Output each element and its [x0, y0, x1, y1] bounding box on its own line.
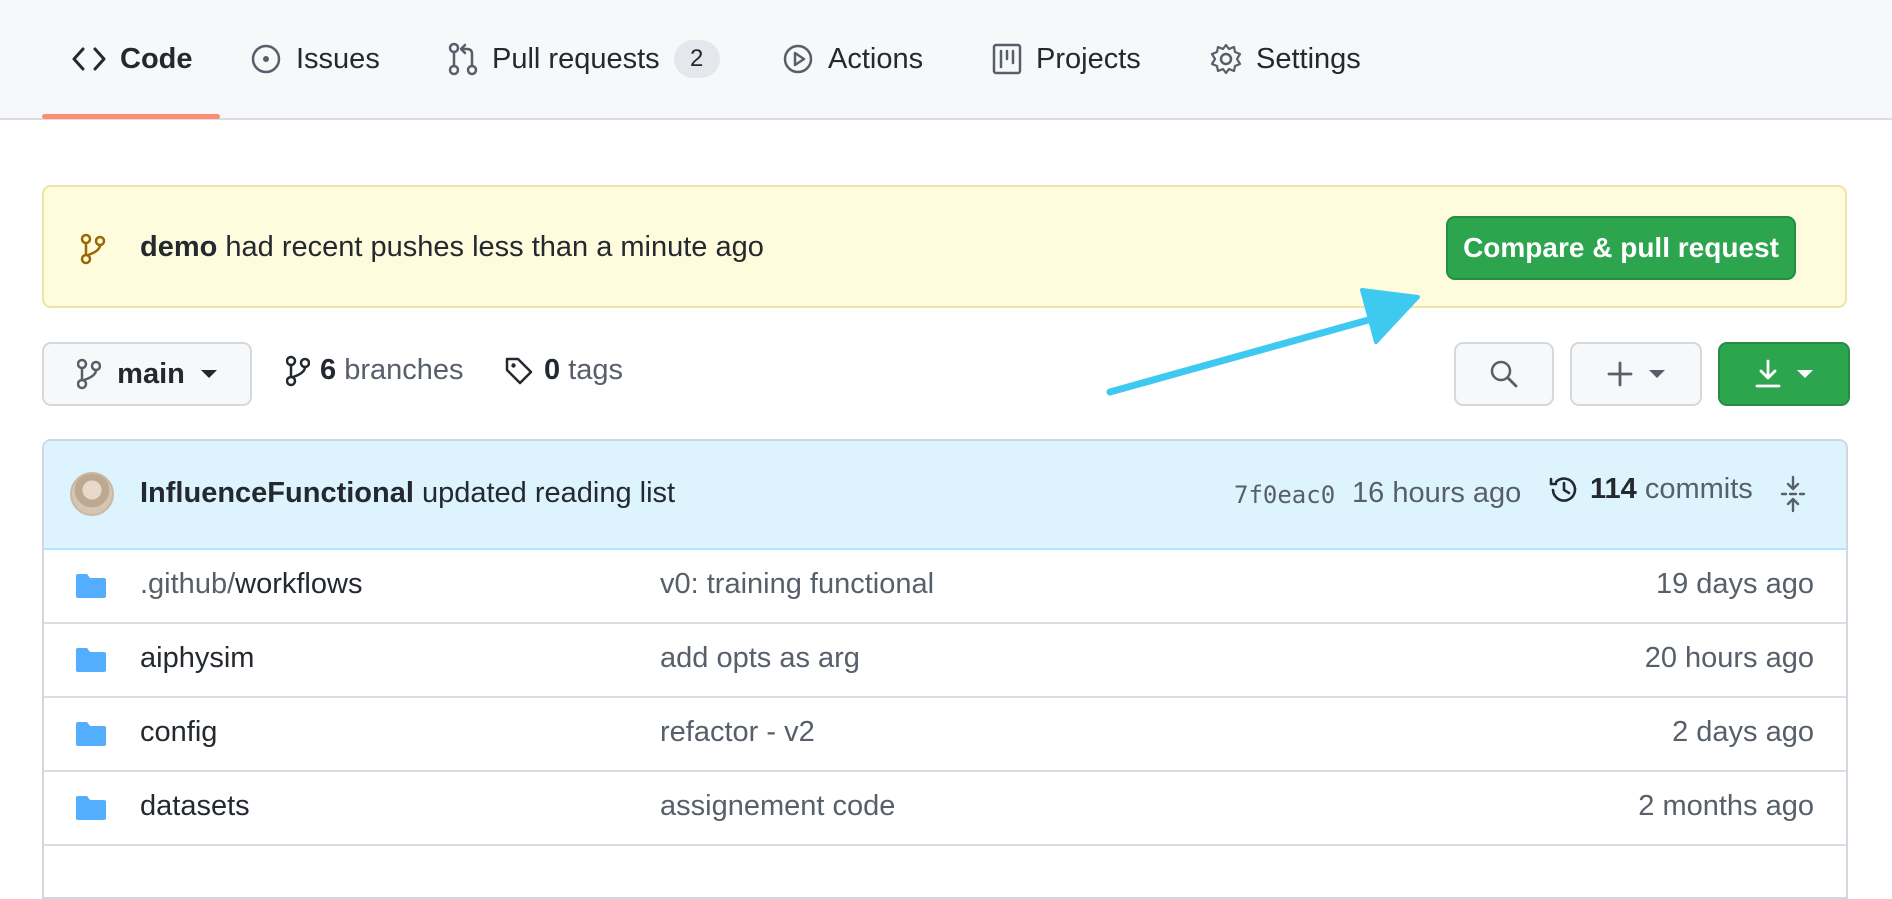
table-row: datasets assignement code 2 months ago: [44, 770, 1846, 846]
recent-pushes-banner: demo had recent pushes less than a minut…: [42, 185, 1847, 308]
pull-request-counter: 2: [673, 40, 720, 78]
tab-code[interactable]: Code: [72, 0, 193, 118]
tag-icon: [505, 357, 533, 384]
file-commit-age: 19 days ago: [1655, 568, 1814, 600]
folder-icon: [76, 722, 106, 746]
chevron-down-icon: [1649, 370, 1665, 378]
annotation-arrow: [1106, 288, 1420, 396]
folder-icon: [76, 648, 106, 672]
tab-label: Pull requests: [492, 42, 660, 75]
branch-select-button[interactable]: main: [42, 342, 252, 406]
compare-pull-request-button[interactable]: Compare & pull request: [1446, 216, 1796, 280]
table-row: .github/workflows v0: training functiona…: [44, 548, 1846, 624]
file-name-link[interactable]: aiphysim: [140, 642, 254, 675]
add-file-button[interactable]: [1570, 342, 1702, 406]
file-commit-message[interactable]: v0: training functional: [660, 568, 934, 601]
tab-issues[interactable]: Issues: [250, 0, 380, 118]
file-commit-message[interactable]: add opts as arg: [660, 642, 860, 675]
avatar[interactable]: [70, 472, 114, 516]
git-pull-request-icon: [448, 42, 478, 76]
table-row: aiphysim add opts as arg 20 hours ago: [44, 622, 1846, 698]
tab-label: Projects: [1036, 42, 1141, 75]
folder-icon: [76, 796, 106, 820]
chevron-down-icon: [200, 370, 217, 378]
tab-label: Settings: [1256, 42, 1361, 75]
tags-count: 0: [544, 354, 561, 386]
branches-link[interactable]: 6 branches: [286, 354, 464, 387]
code-download-button[interactable]: [1718, 342, 1850, 406]
commit-time: 16 hours ago: [1352, 477, 1522, 509]
go-to-file-button[interactable]: [1454, 342, 1554, 406]
fold-expand-icon[interactable]: [1780, 475, 1806, 513]
file-name-link[interactable]: datasets: [140, 790, 250, 823]
branches-label: branches: [336, 354, 464, 386]
banner-message: demo had recent pushes less than a minut…: [140, 231, 764, 264]
file-name: aiphysim: [140, 642, 255, 674]
latest-commit-row: InfluenceFunctional updated reading list…: [44, 441, 1846, 550]
tab-label: Issues: [296, 42, 380, 75]
git-branch-icon: [286, 355, 310, 386]
file-commit-message[interactable]: assignement code: [660, 790, 895, 823]
download-icon: [1755, 359, 1781, 388]
commit-sha[interactable]: 7f0eac0: [1234, 481, 1335, 509]
file-name: datasets: [140, 790, 250, 822]
tab-label: Code: [120, 42, 193, 75]
current-branch-label: main: [117, 357, 185, 390]
tab-actions[interactable]: Actions: [782, 0, 923, 118]
tab-label: Actions: [828, 42, 924, 75]
repo-tab-bar: Code Issues Pull requests 2 Actions Proj…: [0, 0, 1892, 120]
tags-link[interactable]: 0 tags: [504, 354, 623, 387]
play-icon: [783, 44, 813, 74]
commits-history-link[interactable]: 114 commits: [1548, 473, 1753, 506]
file-name: workflows: [235, 568, 363, 600]
file-name: config: [140, 716, 218, 748]
file-browser: InfluenceFunctional updated reading list…: [42, 439, 1848, 899]
tab-pull-requests[interactable]: Pull requests 2: [448, 0, 720, 118]
file-commit-age: 2 days ago: [1672, 716, 1814, 748]
plus-icon: [1607, 361, 1633, 387]
tab-settings[interactable]: Settings: [1210, 0, 1361, 118]
code-icon: [72, 47, 106, 71]
gear-icon: [1210, 43, 1242, 75]
git-branch-icon: [80, 233, 106, 265]
issue-opened-icon: [251, 44, 281, 74]
file-name-link[interactable]: .github/workflows: [140, 568, 362, 601]
commit-author[interactable]: InfluenceFunctional: [140, 477, 414, 509]
git-branch-icon: [77, 358, 102, 390]
branches-count: 6: [320, 354, 337, 386]
active-tab-indicator: [42, 114, 220, 119]
banner-branch-name[interactable]: demo: [140, 231, 217, 263]
commits-count: 114: [1590, 473, 1637, 505]
file-commit-age: 20 hours ago: [1644, 642, 1814, 674]
latest-commit-message: InfluenceFunctional updated reading list: [140, 477, 675, 510]
file-path-prefix: .github/: [140, 568, 236, 600]
commits-label: commits: [1636, 473, 1753, 505]
banner-text: had recent pushes less than a minute ago: [217, 231, 764, 263]
folder-icon: [76, 574, 106, 598]
file-commit-age: 2 months ago: [1638, 790, 1814, 822]
search-icon: [1490, 360, 1518, 388]
history-icon: [1549, 476, 1577, 502]
file-name-link[interactable]: config: [140, 716, 217, 749]
file-commit-message[interactable]: refactor - v2: [660, 716, 815, 749]
tags-label: tags: [560, 354, 624, 386]
chevron-down-icon: [1797, 370, 1813, 378]
table-row: config refactor - v2 2 days ago: [44, 696, 1846, 772]
project-icon: [992, 43, 1022, 75]
tab-projects[interactable]: Projects: [992, 0, 1141, 118]
commit-message-text[interactable]: updated reading list: [414, 477, 675, 509]
